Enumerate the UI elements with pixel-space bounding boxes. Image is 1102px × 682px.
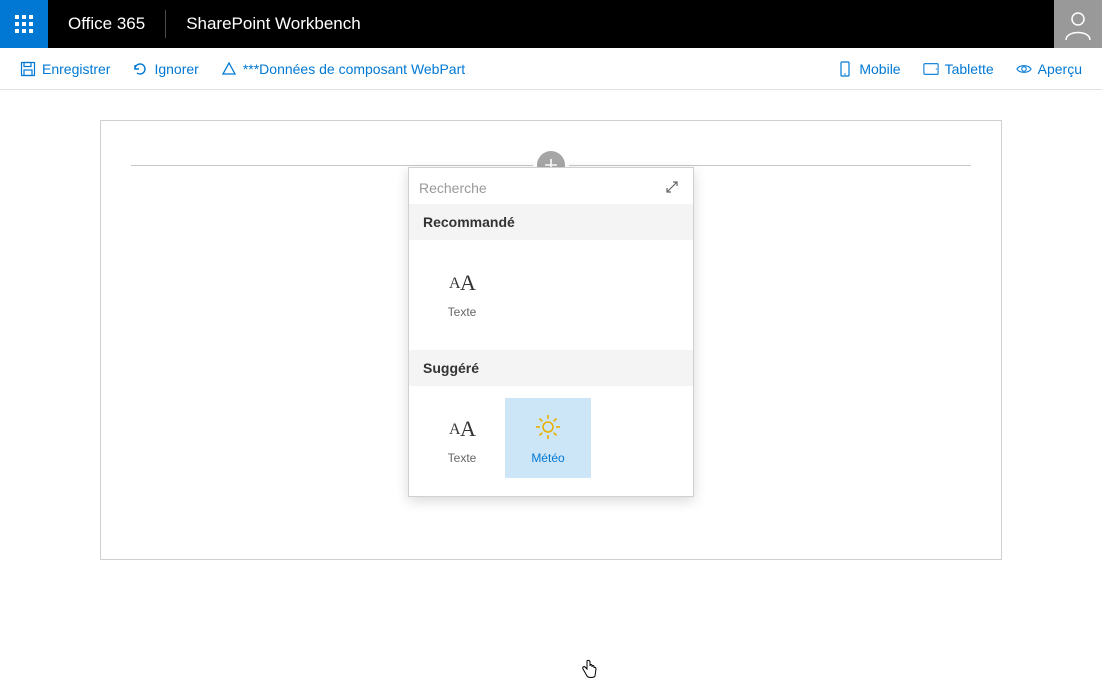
text-icon: AA [446, 265, 478, 297]
webpart-item-text-featured[interactable]: AA Texte [419, 252, 505, 332]
save-label: Enregistrer [42, 61, 110, 77]
command-bar: Enregistrer Ignorer ***Données de compos… [0, 48, 1102, 90]
webpart-toolbox: Recommandé AA Texte Suggéré AA [408, 167, 694, 497]
text-icon: AA [446, 411, 478, 443]
mobile-button[interactable]: Mobile [837, 61, 900, 77]
webpart-label: Météo [531, 451, 564, 465]
tablet-label: Tablette [945, 61, 994, 77]
person-icon [1062, 8, 1094, 40]
global-header: Office 365 SharePoint Workbench [0, 0, 1102, 48]
suggested-grid: AA Texte [409, 386, 693, 496]
app-launcher-button[interactable] [0, 0, 48, 48]
suggested-header: Suggéré [409, 350, 693, 386]
brand-label: Office 365 [48, 14, 165, 34]
section-add-bar: Recommandé AA Texte Suggéré AA [131, 151, 971, 179]
svg-text:A: A [460, 270, 476, 294]
webpart-data-label: ***Données de composant WebPart [243, 61, 465, 77]
canvas: Recommandé AA Texte Suggéré AA [100, 120, 1002, 560]
webpart-label: Texte [448, 451, 477, 465]
undo-icon [132, 61, 148, 77]
save-icon [20, 61, 36, 77]
waffle-icon [15, 15, 33, 33]
canvas-wrapper: Recommandé AA Texte Suggéré AA [0, 90, 1102, 590]
svg-text:A: A [460, 416, 476, 440]
webpart-item-text-suggested[interactable]: AA Texte [419, 398, 505, 478]
featured-grid: AA Texte [409, 240, 693, 350]
webpart-data-button[interactable]: ***Données de composant WebPart [221, 61, 465, 77]
app-title: SharePoint Workbench [166, 14, 381, 34]
expand-button[interactable] [663, 178, 681, 199]
discard-label: Ignorer [154, 61, 198, 77]
webpart-label: Texte [448, 305, 477, 319]
discard-button[interactable]: Ignorer [132, 61, 198, 77]
preview-label: Aperçu [1038, 61, 1082, 77]
save-button[interactable]: Enregistrer [20, 61, 110, 77]
cursor-pointer-icon [581, 659, 599, 682]
tablet-button[interactable]: Tablette [923, 61, 994, 77]
rule-line-right [569, 165, 971, 166]
weather-icon [534, 411, 562, 443]
featured-header: Recommandé [409, 204, 693, 240]
triangle-icon [221, 61, 237, 77]
preview-icon [1016, 61, 1032, 77]
tablet-icon [923, 61, 939, 77]
search-input[interactable] [417, 176, 663, 200]
mobile-label: Mobile [859, 61, 900, 77]
webpart-item-weather[interactable]: Météo [505, 398, 591, 478]
rule-line-left [131, 165, 533, 166]
preview-button[interactable]: Aperçu [1016, 61, 1082, 77]
expand-icon [665, 180, 679, 194]
user-avatar[interactable] [1054, 0, 1102, 48]
mobile-icon [837, 61, 853, 77]
